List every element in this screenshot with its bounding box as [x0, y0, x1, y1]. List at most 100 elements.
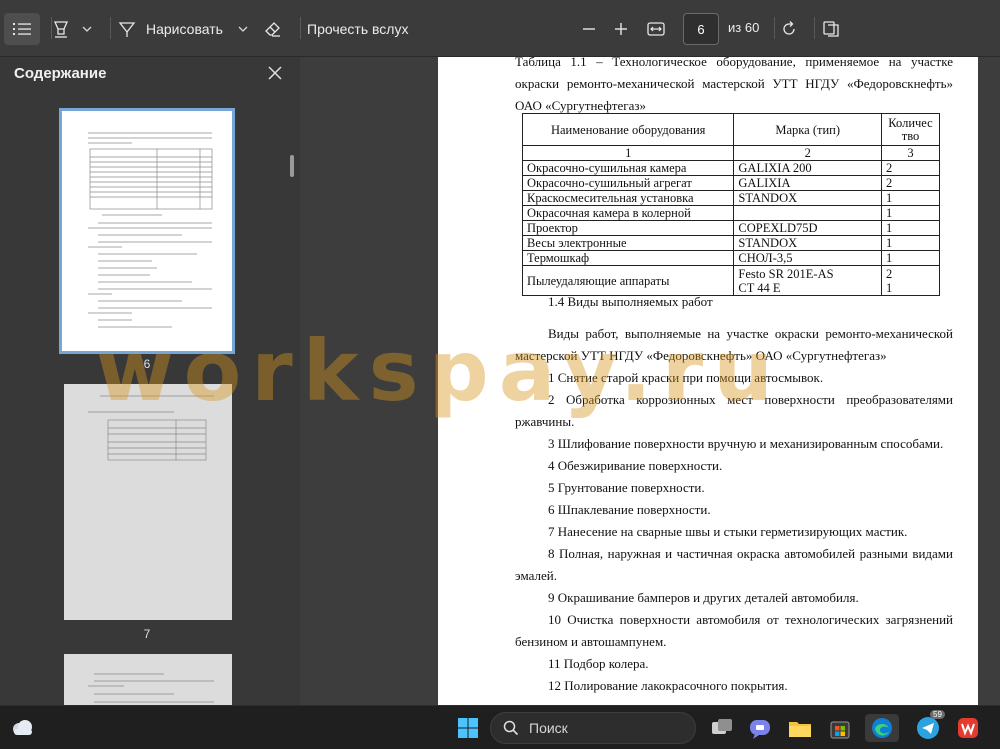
- list-item: 9 Окрашивание бамперов и других деталей …: [548, 590, 859, 605]
- two-page-view-icon: [823, 21, 839, 37]
- table-header-row: Наименование оборудования Марка (тип) Ко…: [521, 113, 940, 146]
- highlighter-icon: [54, 21, 68, 38]
- table-header-cell: Количес тво: [881, 113, 940, 146]
- edge-browser-button[interactable]: [865, 714, 899, 742]
- windows-taskbar: Поиск 59: [0, 705, 1000, 749]
- table-row: Окрасочно-сушильная камера GALIXIA 200 2: [521, 160, 940, 176]
- table-row: Проектор COPEXLD75D 1: [521, 220, 940, 236]
- table-row: Краскосмесительная установка STANDOX 1: [521, 190, 940, 206]
- table-cell: СНОЛ-3,5: [733, 250, 883, 266]
- table-row: 1 2 3: [521, 145, 940, 161]
- chevron-down-icon: [238, 26, 248, 32]
- table-cell: 1: [881, 190, 940, 206]
- draw-options-dropdown[interactable]: [234, 13, 252, 45]
- table-cell: 1: [881, 250, 940, 266]
- read-aloud-label: Прочесть вслух: [307, 21, 409, 37]
- table-cell: 3: [881, 145, 940, 161]
- task-view-icon: [712, 719, 732, 734]
- list-item: 12 Полирование лакокрасочного покрытия.: [548, 678, 788, 693]
- table-cell: 2: [881, 160, 940, 176]
- pdf-page: Таблица 1.1 – Технологическое оборудован…: [438, 57, 978, 705]
- erase-button[interactable]: [260, 13, 286, 45]
- draw-label: Нарисовать: [146, 21, 223, 37]
- page-thumbnail-6[interactable]: [59, 108, 235, 354]
- windows-logo-icon: [458, 718, 478, 738]
- minus-icon: [583, 28, 595, 30]
- draw-button[interactable]: Нарисовать: [118, 13, 248, 45]
- fit-to-width-button[interactable]: [643, 13, 669, 45]
- taskbar-search[interactable]: Поиск: [490, 712, 696, 744]
- zoom-in-button[interactable]: [610, 13, 632, 45]
- start-button[interactable]: [454, 714, 482, 742]
- table-cell: Термошкаф: [521, 250, 735, 266]
- highlight-options-dropdown[interactable]: [78, 13, 96, 45]
- page-thumbnail-preview: [88, 132, 213, 328]
- store-icon: [830, 721, 850, 739]
- page-thumbnail-7[interactable]: [64, 384, 232, 620]
- weather-widget[interactable]: [8, 714, 36, 742]
- file-explorer-button[interactable]: [786, 714, 814, 742]
- rotate-button[interactable]: [776, 13, 802, 45]
- table-row: Окрасочно-сушильный агрегат GALIXIA 2: [521, 175, 940, 191]
- teams-chat-button[interactable]: [746, 714, 774, 742]
- table-cell: STANDOX: [733, 190, 883, 206]
- telegram-unread-badge: 59: [930, 710, 945, 719]
- wps-office-icon: [958, 718, 978, 738]
- list-item: 11 Подбор колера.: [548, 656, 649, 671]
- sidebar-scrollbar[interactable]: [290, 155, 294, 177]
- plus-icon: [615, 23, 627, 35]
- highlight-button[interactable]: [50, 13, 72, 45]
- table-cell: Краскосмесительная установка: [521, 190, 735, 206]
- document-viewport[interactable]: Таблица 1.1 – Технологическое оборудован…: [300, 57, 1000, 705]
- table-cell: 2: [881, 175, 940, 191]
- thumbnail-page-number: 6: [143, 357, 151, 371]
- page-view-button[interactable]: [818, 13, 844, 45]
- equipment-table: Наименование оборудования Марка (тип) Ко…: [521, 113, 940, 296]
- close-icon: [268, 66, 282, 80]
- table-cell: [733, 205, 883, 221]
- list-item: 4 Обезжиривание поверхности.: [548, 458, 723, 473]
- pen-draw-icon: [118, 22, 136, 37]
- task-view-button[interactable]: [708, 714, 736, 742]
- chat-icon: [750, 720, 770, 739]
- search-label: Поиск: [529, 720, 568, 736]
- list-item: 8 Полная, наружная и частичная окраска а…: [515, 546, 953, 583]
- table-cell: GALIXIA 200: [733, 160, 883, 176]
- list-item: 2 Обработка коррозионных мест поверхност…: [515, 392, 953, 429]
- page-total-label: из 60: [728, 20, 760, 35]
- close-sidebar-button[interactable]: [264, 62, 286, 84]
- fit-width-icon: [647, 22, 665, 36]
- section-intro: Виды работ, выполняемые на участке окрас…: [515, 326, 953, 363]
- chevron-down-icon: [82, 26, 92, 32]
- list-item: 1 Снятие старой краски при помощи автосм…: [548, 370, 824, 385]
- table-cell-line: Festo SR 201E-AS: [738, 266, 834, 281]
- zoom-out-button[interactable]: [578, 13, 600, 45]
- table-header-cell: Марка (тип): [733, 113, 883, 146]
- table-cell: Окрасочно-сушильная камера: [521, 160, 735, 176]
- list-icon: [13, 23, 31, 35]
- telegram-button[interactable]: 59: [914, 710, 945, 742]
- table-cell-line: 2: [886, 266, 893, 281]
- table-cell: Проектор: [521, 220, 735, 236]
- table-row: Весы электронные STANDOX 1: [521, 235, 940, 251]
- table-of-contents-button[interactable]: [4, 13, 40, 45]
- table-row: Окрасочная камера в колерной 1: [521, 205, 940, 221]
- table-row: Термошкаф СНОЛ-3,5 1: [521, 250, 940, 266]
- list-item: 7 Нанесение на сварные швы и стыки герме…: [548, 524, 908, 539]
- page-thumbnail-preview: [88, 395, 214, 461]
- table-caption: Таблица 1.1 – Технологическое оборудован…: [515, 57, 953, 113]
- list-item: 5 Грунтование поверхности.: [548, 480, 705, 495]
- list-item: 10 Очистка поверхности автомобиля от тех…: [515, 612, 953, 649]
- table-cell: Окрасочно-сушильный агрегат: [521, 175, 735, 191]
- table-cell: 1: [881, 235, 940, 251]
- table-cell: 1: [881, 220, 940, 236]
- search-icon: [503, 720, 519, 736]
- table-cell: COPEXLD75D: [733, 220, 883, 236]
- store-button[interactable]: [826, 714, 854, 742]
- page-number-input[interactable]: 6: [683, 13, 719, 45]
- wps-office-button[interactable]: [954, 714, 982, 742]
- read-aloud-button[interactable]: Прочесть вслух: [307, 13, 417, 45]
- table-cell: 1: [881, 205, 940, 221]
- list-item: 3 Шлифование поверхности вручную и механ…: [548, 436, 944, 451]
- pdf-toolbar: Нарисовать Прочесть вслух 6 из 60: [0, 0, 1000, 57]
